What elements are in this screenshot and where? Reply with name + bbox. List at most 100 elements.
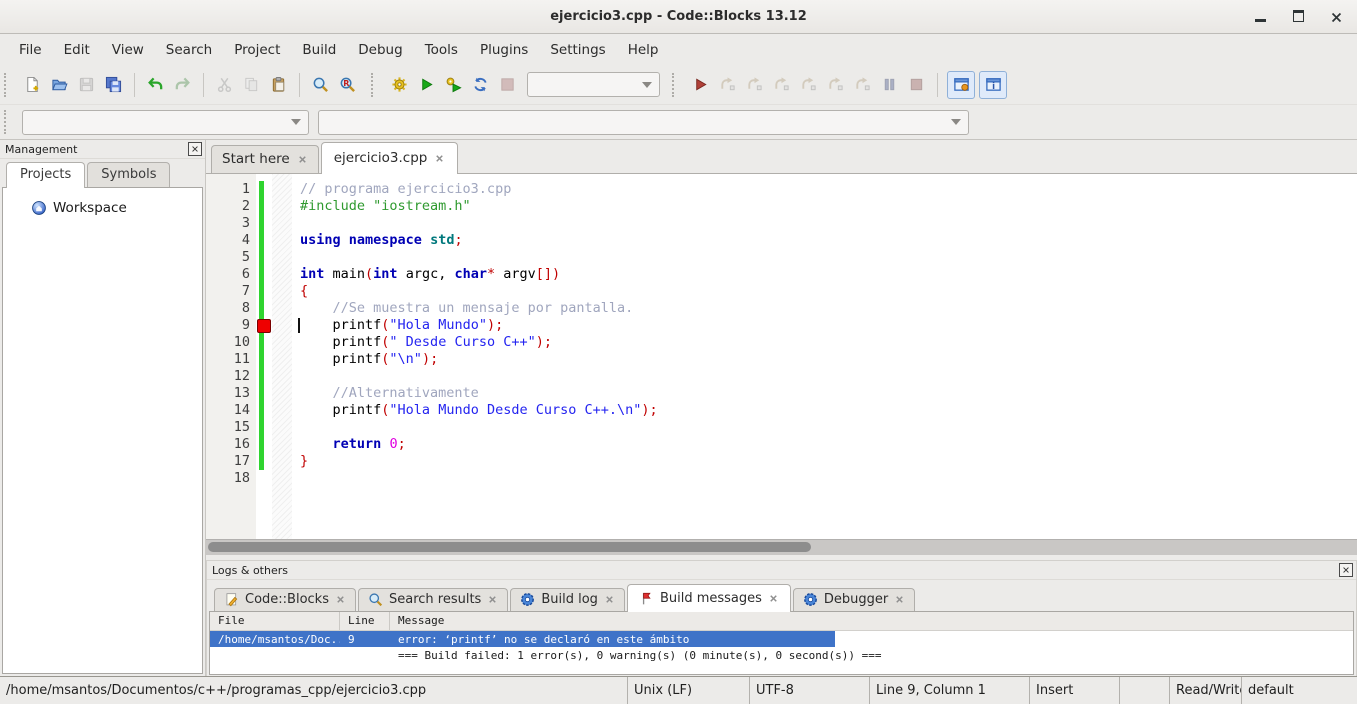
tab-close-icon[interactable] xyxy=(768,593,779,604)
menu-settings[interactable]: Settings xyxy=(539,38,616,62)
dbg-step-icon xyxy=(800,76,817,93)
build-button[interactable] xyxy=(386,71,413,98)
line-number: 6 xyxy=(206,266,256,283)
menu-search[interactable]: Search xyxy=(155,38,223,62)
symbol-combo[interactable] xyxy=(318,110,969,135)
tab-close-icon[interactable] xyxy=(487,594,498,605)
toolbar-grip[interactable] xyxy=(371,73,380,97)
menubar: FileEditViewSearchProjectBuildDebugTools… xyxy=(0,34,1357,65)
menu-build[interactable]: Build xyxy=(291,38,347,62)
gear-icon xyxy=(391,76,408,93)
tab-close-icon[interactable] xyxy=(604,594,615,605)
fold-cell xyxy=(272,215,292,232)
copy-icon xyxy=(243,76,260,93)
tab-close-icon[interactable] xyxy=(297,154,308,165)
rebuild-button[interactable] xyxy=(467,71,494,98)
code-editor[interactable]: 1// programa ejercicio3.cpp2#include "io… xyxy=(206,173,1357,539)
code-text: printf(" Desde Curso C++"); xyxy=(292,334,1357,351)
dbg-step-icon xyxy=(827,76,844,93)
logs-tab-search-results[interactable]: Search results xyxy=(358,588,508,611)
code-text: printf("Hola Mundo Desde Curso C++.\n"); xyxy=(292,402,1357,419)
cell-message: === Build failed: 1 error(s), 0 warning(… xyxy=(390,649,1353,662)
column-header-file[interactable]: File xyxy=(210,612,340,630)
logs-tab-build-messages[interactable]: Build messages xyxy=(627,584,791,612)
change-marker xyxy=(256,453,272,470)
scrollbar-thumb[interactable] xyxy=(208,542,811,552)
code-text xyxy=(292,215,1357,232)
toolbar-grip[interactable] xyxy=(4,73,13,97)
new-file-button[interactable] xyxy=(19,71,46,98)
line-number: 12 xyxy=(206,368,256,385)
column-header-line[interactable]: Line xyxy=(340,612,390,630)
tab-close-icon[interactable] xyxy=(335,594,346,605)
menu-plugins[interactable]: Plugins xyxy=(469,38,539,62)
find-button[interactable] xyxy=(307,71,334,98)
toolbar-separator xyxy=(937,73,938,97)
code-text: printf("\n"); xyxy=(292,351,1357,368)
redo-icon xyxy=(174,76,191,93)
build-message-row[interactable]: /home/msantos/Doc...9error: ‘printf’ no … xyxy=(210,631,835,647)
paste-button[interactable] xyxy=(265,71,292,98)
management-tab-symbols[interactable]: Symbols xyxy=(87,162,170,187)
menu-edit[interactable]: Edit xyxy=(53,38,101,62)
workspace-icon xyxy=(31,200,47,216)
close-button[interactable] xyxy=(1329,10,1343,24)
build-message-row[interactable]: === Build failed: 1 error(s), 0 warning(… xyxy=(210,647,1353,663)
logs-close-button[interactable] xyxy=(1339,563,1353,577)
undo-icon xyxy=(147,76,164,93)
tab-close-icon[interactable] xyxy=(894,594,905,605)
toolbar-separator xyxy=(134,73,135,97)
menu-project[interactable]: Project xyxy=(223,38,291,62)
build-target-combo[interactable] xyxy=(527,72,660,97)
code-area: 1// programa ejercicio3.cpp2#include "io… xyxy=(206,174,1357,487)
menu-debug[interactable]: Debug xyxy=(347,38,413,62)
editor-tab-ejercicio3-cpp[interactable]: ejercicio3.cpp xyxy=(321,142,459,174)
find-icon xyxy=(312,76,329,93)
menu-help[interactable]: Help xyxy=(617,38,670,62)
scope-combo[interactable] xyxy=(22,110,309,135)
step-into-button xyxy=(768,71,795,98)
dbg-step-icon xyxy=(719,76,736,93)
management-tab-projects[interactable]: Projects xyxy=(6,162,85,188)
dbg-step-icon xyxy=(773,76,790,93)
step-out-button xyxy=(795,71,822,98)
menu-view[interactable]: View xyxy=(101,38,155,62)
various-info-button[interactable]: i xyxy=(979,71,1007,99)
logs-tab-debugger[interactable]: Debugger xyxy=(793,588,915,611)
line-number: 5 xyxy=(206,249,256,266)
replace-button[interactable]: R xyxy=(334,71,361,98)
line-number: 15 xyxy=(206,419,256,436)
logs-tab-build-log[interactable]: Build log xyxy=(510,588,625,611)
editor-tab-start-here[interactable]: Start here xyxy=(211,145,319,173)
code-line-13: 13 //Alternativamente xyxy=(206,385,1357,402)
tab-close-icon[interactable] xyxy=(434,153,445,164)
debugging-windows-button[interactable] xyxy=(947,71,975,99)
run-button[interactable] xyxy=(413,71,440,98)
open-button[interactable] xyxy=(46,71,73,98)
undo-button[interactable] xyxy=(142,71,169,98)
tree-item-workspace[interactable]: Workspace xyxy=(3,188,202,216)
change-marker xyxy=(256,470,272,487)
code-line-18: 18 xyxy=(206,470,1357,487)
logs-tab-code-blocks[interactable]: Code::Blocks xyxy=(214,588,356,611)
save-all-button[interactable] xyxy=(100,71,127,98)
menu-file[interactable]: File xyxy=(8,38,53,62)
management-close-button[interactable] xyxy=(188,142,202,156)
management-title: Management xyxy=(5,143,77,156)
code-line-12: 12 xyxy=(206,368,1357,385)
maximize-button[interactable] xyxy=(1291,10,1305,24)
management-tabs: ProjectsSymbols xyxy=(0,159,205,187)
build-and-run-button[interactable] xyxy=(440,71,467,98)
column-header-message[interactable]: Message xyxy=(390,612,1353,630)
horizontal-scrollbar[interactable] xyxy=(206,539,1357,555)
toolbar-grip[interactable] xyxy=(4,110,13,134)
code-text: int main(int argc, char* argv[]) xyxy=(292,266,1357,283)
minimize-button[interactable] xyxy=(1253,10,1267,24)
main-area: Management ProjectsSymbols Workspace Sta… xyxy=(0,140,1357,676)
rebuild-icon xyxy=(472,76,489,93)
toolbar-grip[interactable] xyxy=(672,73,681,97)
run-to-cursor-button xyxy=(714,71,741,98)
debug-continue-button[interactable] xyxy=(687,71,714,98)
menu-tools[interactable]: Tools xyxy=(414,38,469,62)
change-marker xyxy=(256,215,272,232)
